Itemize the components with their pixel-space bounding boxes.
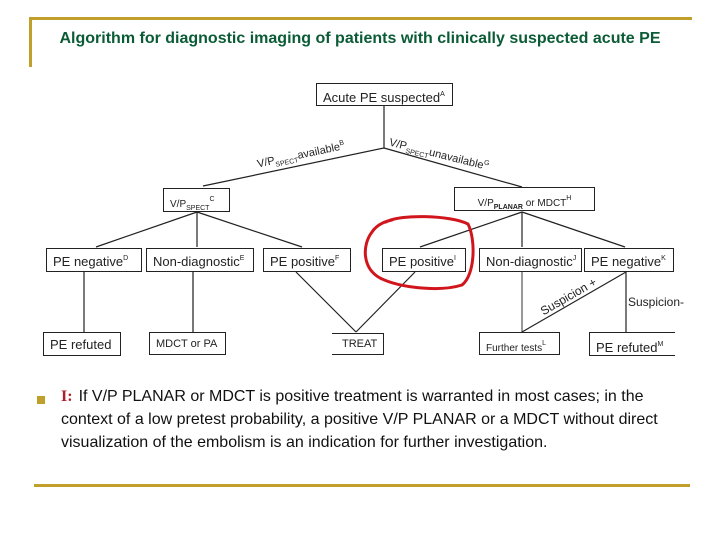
node-superscript: H bbox=[566, 195, 572, 202]
node-label: PE refuted bbox=[596, 340, 658, 355]
frame-bottom-rule bbox=[34, 484, 690, 487]
node-vp-planar-or-mdct: V/PPLANAR or MDCTH bbox=[454, 187, 595, 211]
node-label: Non-diagnostic bbox=[486, 254, 573, 269]
node-label: PE refuted bbox=[50, 337, 112, 352]
node-pe-refuted-left: PE refuted bbox=[43, 332, 121, 356]
node-subscript: SPECT bbox=[186, 205, 210, 212]
edge-label-text: V/P bbox=[256, 154, 276, 171]
node-spect-pe-positive: PE positiveF bbox=[263, 248, 351, 272]
node-superscript: I bbox=[454, 255, 456, 262]
node-treat: TREAT bbox=[332, 333, 384, 355]
node-further-tests: Further testsL bbox=[479, 332, 560, 355]
node-superscript: M bbox=[657, 341, 664, 348]
edge-label-suspicion-minus: Suspicion- bbox=[628, 295, 685, 309]
node-pe-refuted-right: PE refutedM bbox=[589, 332, 675, 356]
node-superscript: A bbox=[440, 91, 445, 98]
node-superscript: E bbox=[239, 255, 245, 262]
node-label: Acute PE suspected bbox=[323, 90, 441, 105]
node-spect-non-diagnostic: Non-diagnosticE bbox=[146, 248, 254, 272]
node-label: PE negative bbox=[591, 254, 662, 269]
node-label: Further tests bbox=[486, 343, 543, 354]
edge-spect-positive bbox=[196, 211, 303, 248]
edge-planar-negative bbox=[521, 211, 626, 248]
edge-spectpos-treat bbox=[295, 271, 357, 333]
node-label: PE positive bbox=[270, 254, 336, 269]
node-acute-pe-suspected: Acute PE suspectedA bbox=[316, 83, 453, 106]
node-label: V/P bbox=[477, 198, 494, 209]
node-planar-non-diagnostic: Non-diagnosticJ bbox=[479, 248, 582, 272]
node-superscript: C bbox=[209, 196, 215, 203]
node-label: V/P bbox=[170, 199, 187, 210]
footnote-text: If V/P PLANAR or MDCT is positive treatm… bbox=[61, 388, 658, 451]
node-subscript: PLANAR bbox=[493, 204, 523, 211]
node-vp-spect: V/PSPECT C bbox=[163, 188, 230, 212]
node-label: TREAT bbox=[342, 338, 378, 350]
footnote-key: I: bbox=[61, 388, 73, 405]
node-label: or MDCT bbox=[522, 198, 567, 209]
bullet-square-icon bbox=[37, 396, 45, 404]
node-superscript: D bbox=[123, 255, 129, 262]
node-label: PE positive bbox=[389, 254, 455, 269]
footnote-paragraph: I: If V/P PLANAR or MDCT is positive trea… bbox=[61, 385, 691, 454]
node-spect-pe-negative: PE negativeD bbox=[46, 248, 142, 272]
node-label: Non-diagnostic bbox=[153, 254, 240, 269]
node-planar-pe-negative: PE negativeK bbox=[584, 248, 674, 272]
node-superscript: J bbox=[572, 255, 577, 262]
node-label: PE negative bbox=[53, 254, 124, 269]
node-mdct-or-pa: MDCT or PA bbox=[149, 332, 226, 355]
node-superscript: F bbox=[335, 255, 340, 262]
node-planar-pe-positive: PE positiveI bbox=[382, 248, 466, 272]
edge-negative-suspicion-plus bbox=[521, 271, 627, 333]
node-superscript: L bbox=[542, 340, 547, 347]
node-label: MDCT or PA bbox=[156, 338, 218, 350]
edge-spect-negative bbox=[95, 211, 198, 248]
node-superscript: K bbox=[661, 255, 666, 262]
